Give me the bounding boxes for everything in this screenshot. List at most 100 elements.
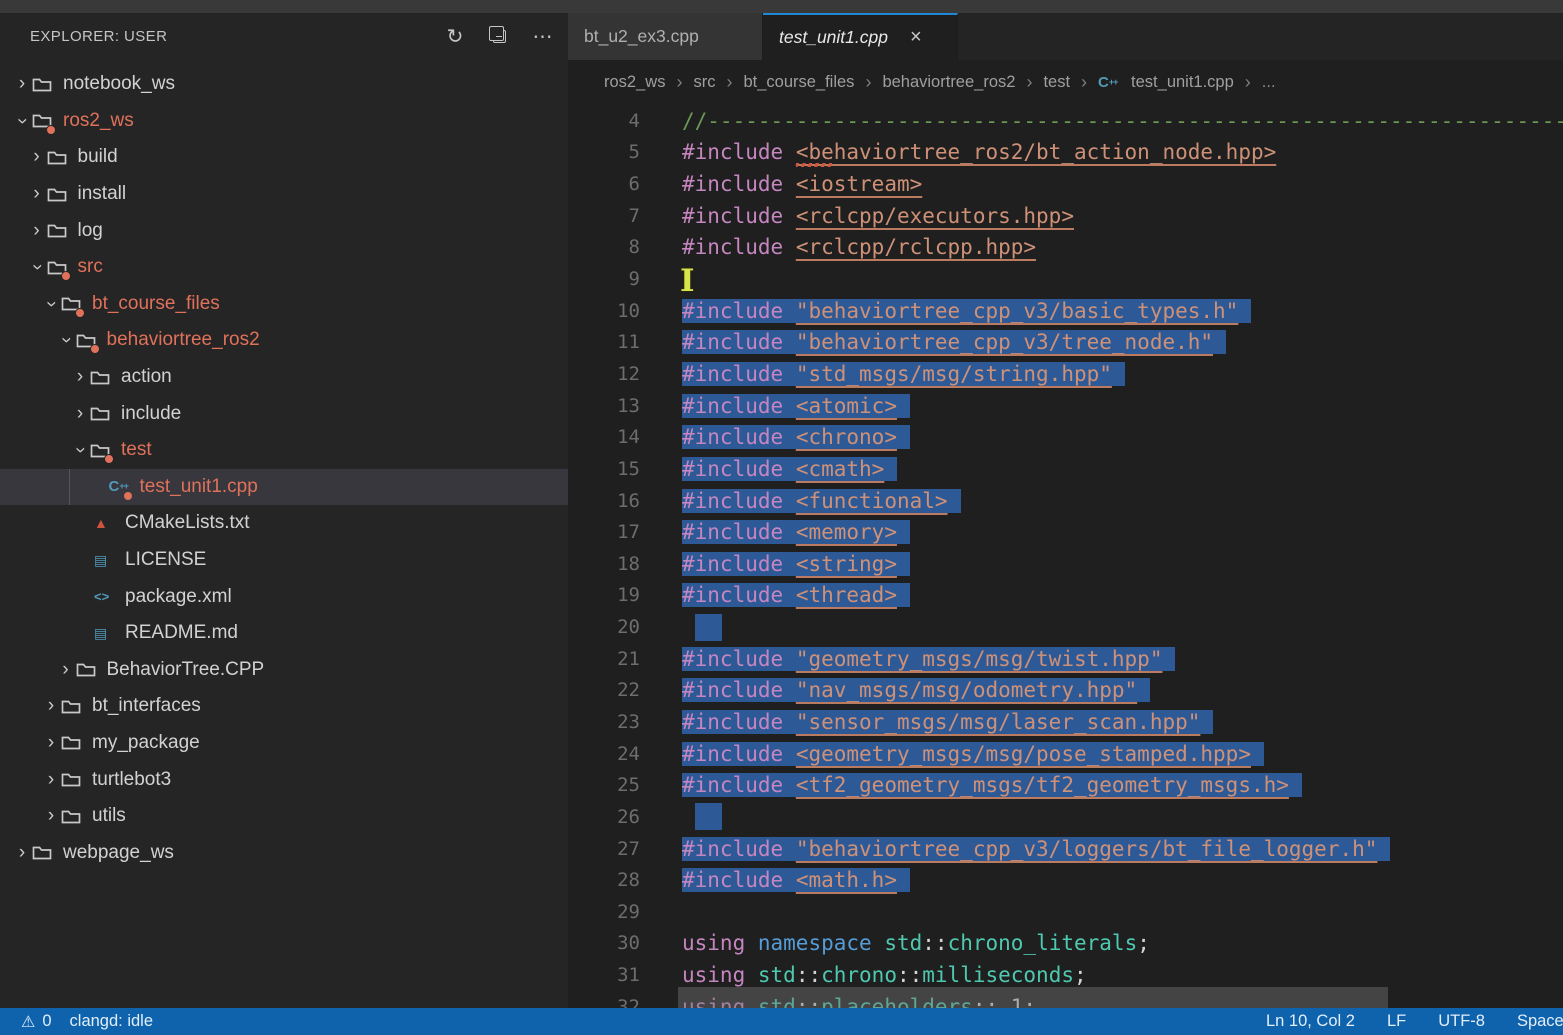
- tree-item-behaviortree-cpp[interactable]: ›BehaviorTree.CPP: [0, 652, 568, 689]
- status-item-Spaces[interactable]: Spaces: [1508, 1008, 1563, 1035]
- code-token: [783, 710, 796, 734]
- code-line[interactable]: 7#include <rclcpp/executors.hpp>: [568, 200, 1563, 232]
- tree-item-test-unit1-cpp[interactable]: C++test_unit1.cpp: [0, 469, 568, 506]
- line-number[interactable]: 28: [568, 869, 640, 891]
- code-line[interactable]: 28#include <math.h>: [568, 864, 1563, 896]
- code-line[interactable]: 29: [568, 896, 1563, 928]
- line-number[interactable]: 9: [568, 268, 640, 290]
- line-number[interactable]: 30: [568, 932, 640, 954]
- breadcrumb-item-test[interactable]: test: [1043, 73, 1070, 92]
- line-number[interactable]: 21: [568, 648, 640, 670]
- status-item-LF[interactable]: LF: [1378, 1008, 1415, 1035]
- code-line[interactable]: 27#include "behaviortree_cpp_v3/loggers/…: [568, 833, 1563, 865]
- code-line[interactable]: 18#include <string>: [568, 548, 1563, 580]
- line-number[interactable]: 16: [568, 490, 640, 512]
- code-line[interactable]: 30using namespace std::chrono_literals;: [568, 928, 1563, 960]
- code-line[interactable]: 6#include <iostream>: [568, 168, 1563, 200]
- code-line[interactable]: 24#include <geometry_msgs/msg/pose_stamp…: [568, 738, 1563, 770]
- tree-item-ros2-ws[interactable]: ›ros2_ws: [0, 103, 568, 140]
- tree-item-log[interactable]: ›log: [0, 212, 568, 249]
- breadcrumb-item-ros2-ws[interactable]: ros2_ws: [604, 73, 665, 92]
- line-number[interactable]: 20: [568, 616, 640, 638]
- code-line[interactable]: 19#include <thread>: [568, 580, 1563, 612]
- code-line[interactable]: 5#include <behaviortree_ros2/bt_action_n…: [568, 137, 1563, 169]
- breadcrumb-item--[interactable]: ...: [1262, 73, 1276, 92]
- line-number[interactable]: 29: [568, 901, 640, 923]
- code-line[interactable]: 25#include <tf2_geometry_msgs/tf2_geomet…: [568, 769, 1563, 801]
- tree-item-bt-course-files[interactable]: ›bt_course_files: [0, 286, 568, 323]
- code-line[interactable]: 8#include <rclcpp/rclcpp.hpp>: [568, 232, 1563, 264]
- line-number[interactable]: 18: [568, 553, 640, 575]
- line-number[interactable]: 5: [568, 141, 640, 163]
- close-icon[interactable]: ×: [910, 26, 922, 49]
- warnings-indicator[interactable]: ⚠0: [12, 1008, 61, 1035]
- tab-test-unit1-cpp[interactable]: test_unit1.cpp×: [763, 13, 958, 60]
- status-item-Ln-10-Col-2[interactable]: Ln 10, Col 2: [1257, 1008, 1364, 1035]
- code-line[interactable]: 12#include "std_msgs/msg/string.hpp": [568, 358, 1563, 390]
- code-line[interactable]: 10#include "behaviortree_cpp_v3/basic_ty…: [568, 295, 1563, 327]
- code-line[interactable]: 16#include <functional>: [568, 485, 1563, 517]
- line-number[interactable]: 8: [568, 236, 640, 258]
- tree-item-cmakelists-txt[interactable]: ▲CMakeLists.txt: [0, 505, 568, 542]
- tree-item-src[interactable]: ›src: [0, 249, 568, 286]
- tree-item-package-xml[interactable]: <>package.xml: [0, 578, 568, 615]
- code-line[interactable]: 26: [568, 801, 1563, 833]
- breadcrumb-item-behaviortree-ros2[interactable]: behaviortree_ros2: [882, 73, 1015, 92]
- line-number[interactable]: 31: [568, 964, 640, 986]
- line-number[interactable]: 17: [568, 521, 640, 543]
- code-line[interactable]: 9: [568, 263, 1563, 295]
- tree-item-bt-interfaces[interactable]: ›bt_interfaces: [0, 688, 568, 725]
- line-number[interactable]: 32: [568, 996, 640, 1008]
- more-actions-icon[interactable]: ⋯: [532, 26, 554, 48]
- tree-item-build[interactable]: ›build: [0, 139, 568, 176]
- tree-item-webpage-ws[interactable]: ›webpage_ws: [0, 834, 568, 871]
- collapse-all-icon[interactable]: [488, 26, 510, 48]
- line-number[interactable]: 25: [568, 774, 640, 796]
- tree-item-my-package[interactable]: ›my_package: [0, 725, 568, 762]
- tree-item-behaviortree-ros2[interactable]: ›behaviortree_ros2: [0, 322, 568, 359]
- line-number[interactable]: 15: [568, 458, 640, 480]
- line-number[interactable]: 7: [568, 205, 640, 227]
- tree-item-readme-md[interactable]: ▤README.md: [0, 615, 568, 652]
- line-number[interactable]: 4: [568, 110, 640, 132]
- breadcrumb-item-test-unit1-cpp[interactable]: C++test_unit1.cpp: [1098, 72, 1234, 94]
- status-item-clangd-idle[interactable]: clangd: idle: [61, 1008, 162, 1035]
- refresh-icon[interactable]: ↻: [444, 26, 466, 48]
- tree-item-install[interactable]: ›install: [0, 176, 568, 213]
- code-line[interactable]: 22#include "nav_msgs/msg/odometry.hpp": [568, 675, 1563, 707]
- code-line[interactable]: 13#include <atomic>: [568, 390, 1563, 422]
- code-line[interactable]: 20: [568, 611, 1563, 643]
- code-line[interactable]: 15#include <cmath>: [568, 453, 1563, 485]
- line-number[interactable]: 19: [568, 584, 640, 606]
- tree-item-notebook-ws[interactable]: ›notebook_ws: [0, 66, 568, 103]
- tree-item-license[interactable]: ▤LICENSE: [0, 542, 568, 579]
- line-number[interactable]: 10: [568, 300, 640, 322]
- line-number[interactable]: 22: [568, 679, 640, 701]
- line-number[interactable]: 13: [568, 395, 640, 417]
- tree-item-include[interactable]: ›include: [0, 395, 568, 432]
- tree-item-test[interactable]: ›test: [0, 432, 568, 469]
- line-number[interactable]: 23: [568, 711, 640, 733]
- status-item-UTF-8[interactable]: UTF-8: [1429, 1008, 1494, 1035]
- tab-bt-u2-ex3-cpp[interactable]: bt_u2_ex3.cpp: [568, 13, 763, 60]
- code-line[interactable]: 14#include <chrono>: [568, 421, 1563, 453]
- code-editor[interactable]: 4//-------------------------------------…: [568, 105, 1563, 1008]
- line-number[interactable]: 24: [568, 743, 640, 765]
- line-number[interactable]: 6: [568, 173, 640, 195]
- line-number[interactable]: 11: [568, 331, 640, 353]
- code-line[interactable]: 21#include "geometry_msgs/msg/twist.hpp": [568, 643, 1563, 675]
- line-number[interactable]: 14: [568, 426, 640, 448]
- code-line[interactable]: 11#include "behaviortree_cpp_v3/tree_nod…: [568, 326, 1563, 358]
- code-line[interactable]: 23#include "sensor_msgs/msg/laser_scan.h…: [568, 706, 1563, 738]
- code-line[interactable]: 4//-------------------------------------…: [568, 105, 1563, 137]
- breadcrumb-item-src[interactable]: src: [693, 73, 715, 92]
- line-number[interactable]: 26: [568, 806, 640, 828]
- tree-item-action[interactable]: ›action: [0, 359, 568, 396]
- code-line[interactable]: 17#include <memory>: [568, 516, 1563, 548]
- line-number[interactable]: 27: [568, 838, 640, 860]
- line-number[interactable]: 12: [568, 363, 640, 385]
- breadcrumb-item-bt-course-files[interactable]: bt_course_files: [743, 73, 854, 92]
- tree-item-turtlebot3[interactable]: ›turtlebot3: [0, 761, 568, 798]
- tree-item-utils[interactable]: ›utils: [0, 798, 568, 835]
- horizontal-scrollbar-thumb[interactable]: [678, 987, 1388, 1008]
